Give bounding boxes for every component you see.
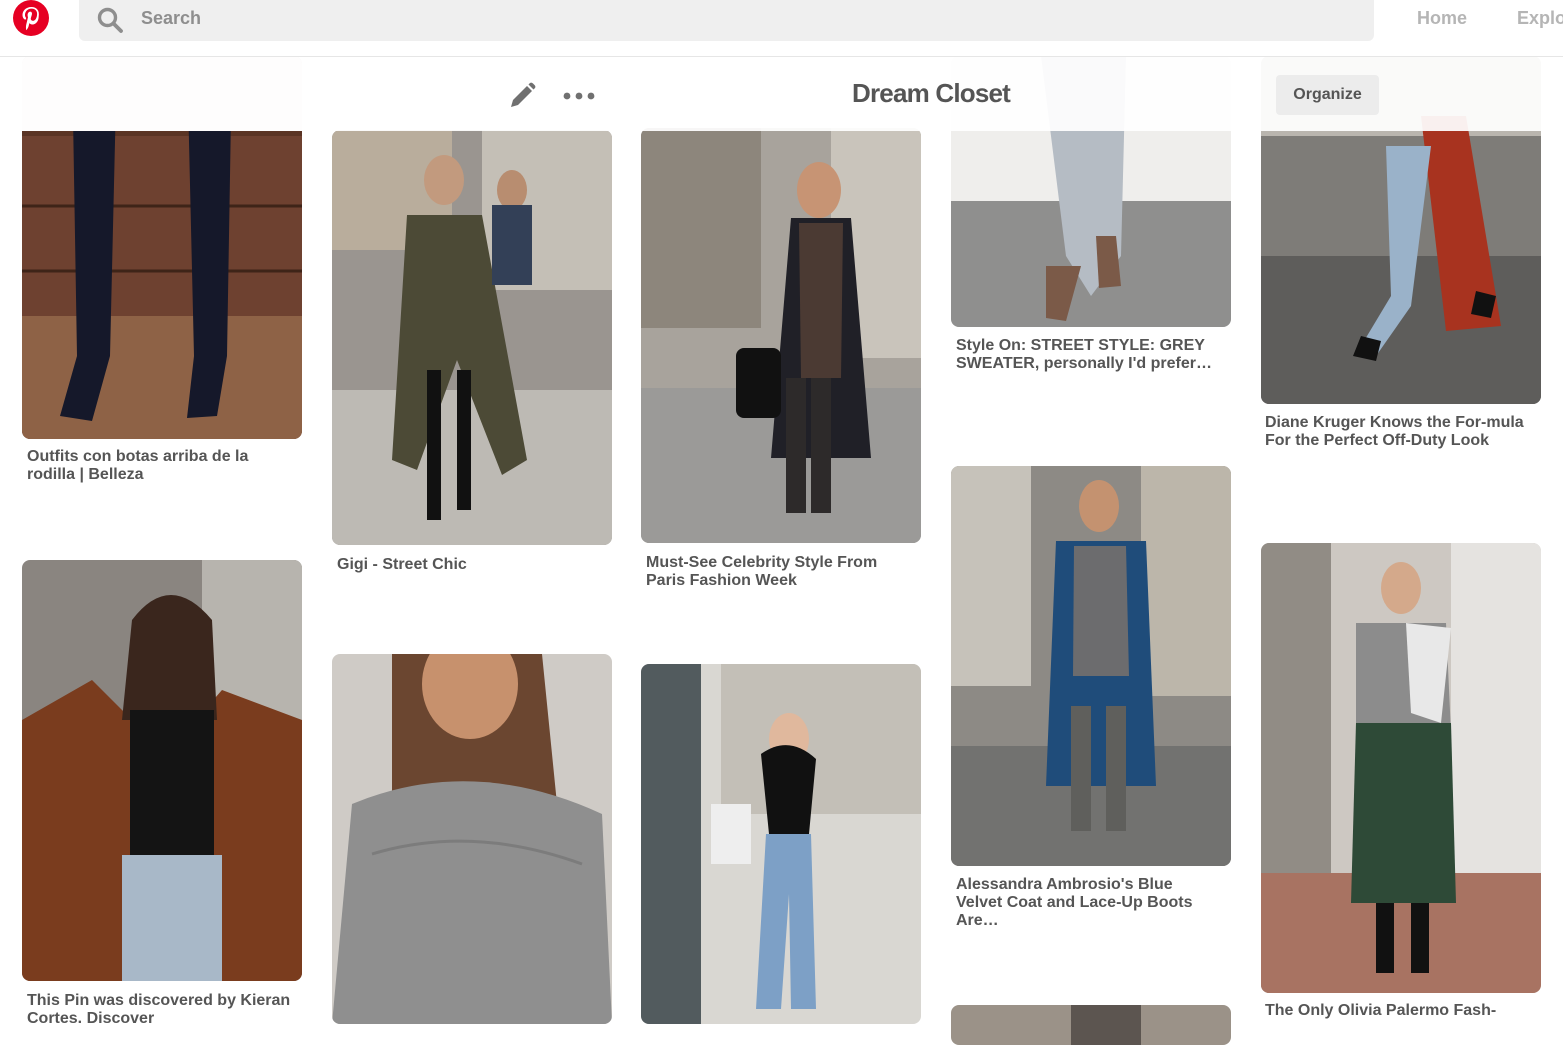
pin-caption: The Only Olivia Palermo Fash-	[1265, 1002, 1497, 1019]
pin-caption: Outfits con botas arriba de la rodilla |…	[27, 448, 249, 483]
search-input[interactable]: Search	[79, 0, 1374, 41]
pin-image[interactable]	[951, 466, 1231, 866]
nav-explore-link[interactable]: Explo	[1517, 8, 1563, 29]
pin-caption: This Pin was discovered by Kieran Cortes…	[27, 992, 291, 1027]
pencil-edit-icon[interactable]	[507, 81, 537, 111]
search-placeholder: Search	[141, 8, 202, 28]
pin-caption: Must-See Celebrity Style From Paris Fash…	[646, 554, 878, 589]
more-options-icon[interactable]	[562, 91, 598, 101]
search-icon	[97, 7, 123, 33]
pin-image[interactable]	[641, 128, 921, 543]
pin-caption: Diane Kruger Knows the For-mula For the …	[1265, 414, 1524, 449]
pin-caption: Style On: STREET STYLE: GREY SWEATER, pe…	[956, 337, 1212, 372]
pinterest-p-icon	[14, 1, 48, 35]
board-header: Dream Closet Organize	[0, 57, 1563, 131]
pin-image[interactable]	[1261, 543, 1541, 993]
pin-caption: Gigi - Street Chic	[337, 556, 467, 573]
pin-caption: Alessandra Ambrosio's Blue Velvet Coat a…	[956, 876, 1193, 929]
organize-button[interactable]: Organize	[1276, 75, 1379, 115]
pin-image[interactable]	[641, 664, 921, 1024]
board-title: Dream Closet	[852, 78, 1011, 108]
pin-image[interactable]	[332, 130, 612, 545]
top-nav: Search Home Explo	[0, 0, 1563, 57]
pin-image[interactable]	[332, 654, 612, 1024]
pin-image[interactable]	[951, 1005, 1231, 1045]
nav-home-link[interactable]: Home	[1417, 8, 1467, 29]
pin-image[interactable]	[22, 560, 302, 981]
pinterest-logo[interactable]	[13, 0, 49, 36]
